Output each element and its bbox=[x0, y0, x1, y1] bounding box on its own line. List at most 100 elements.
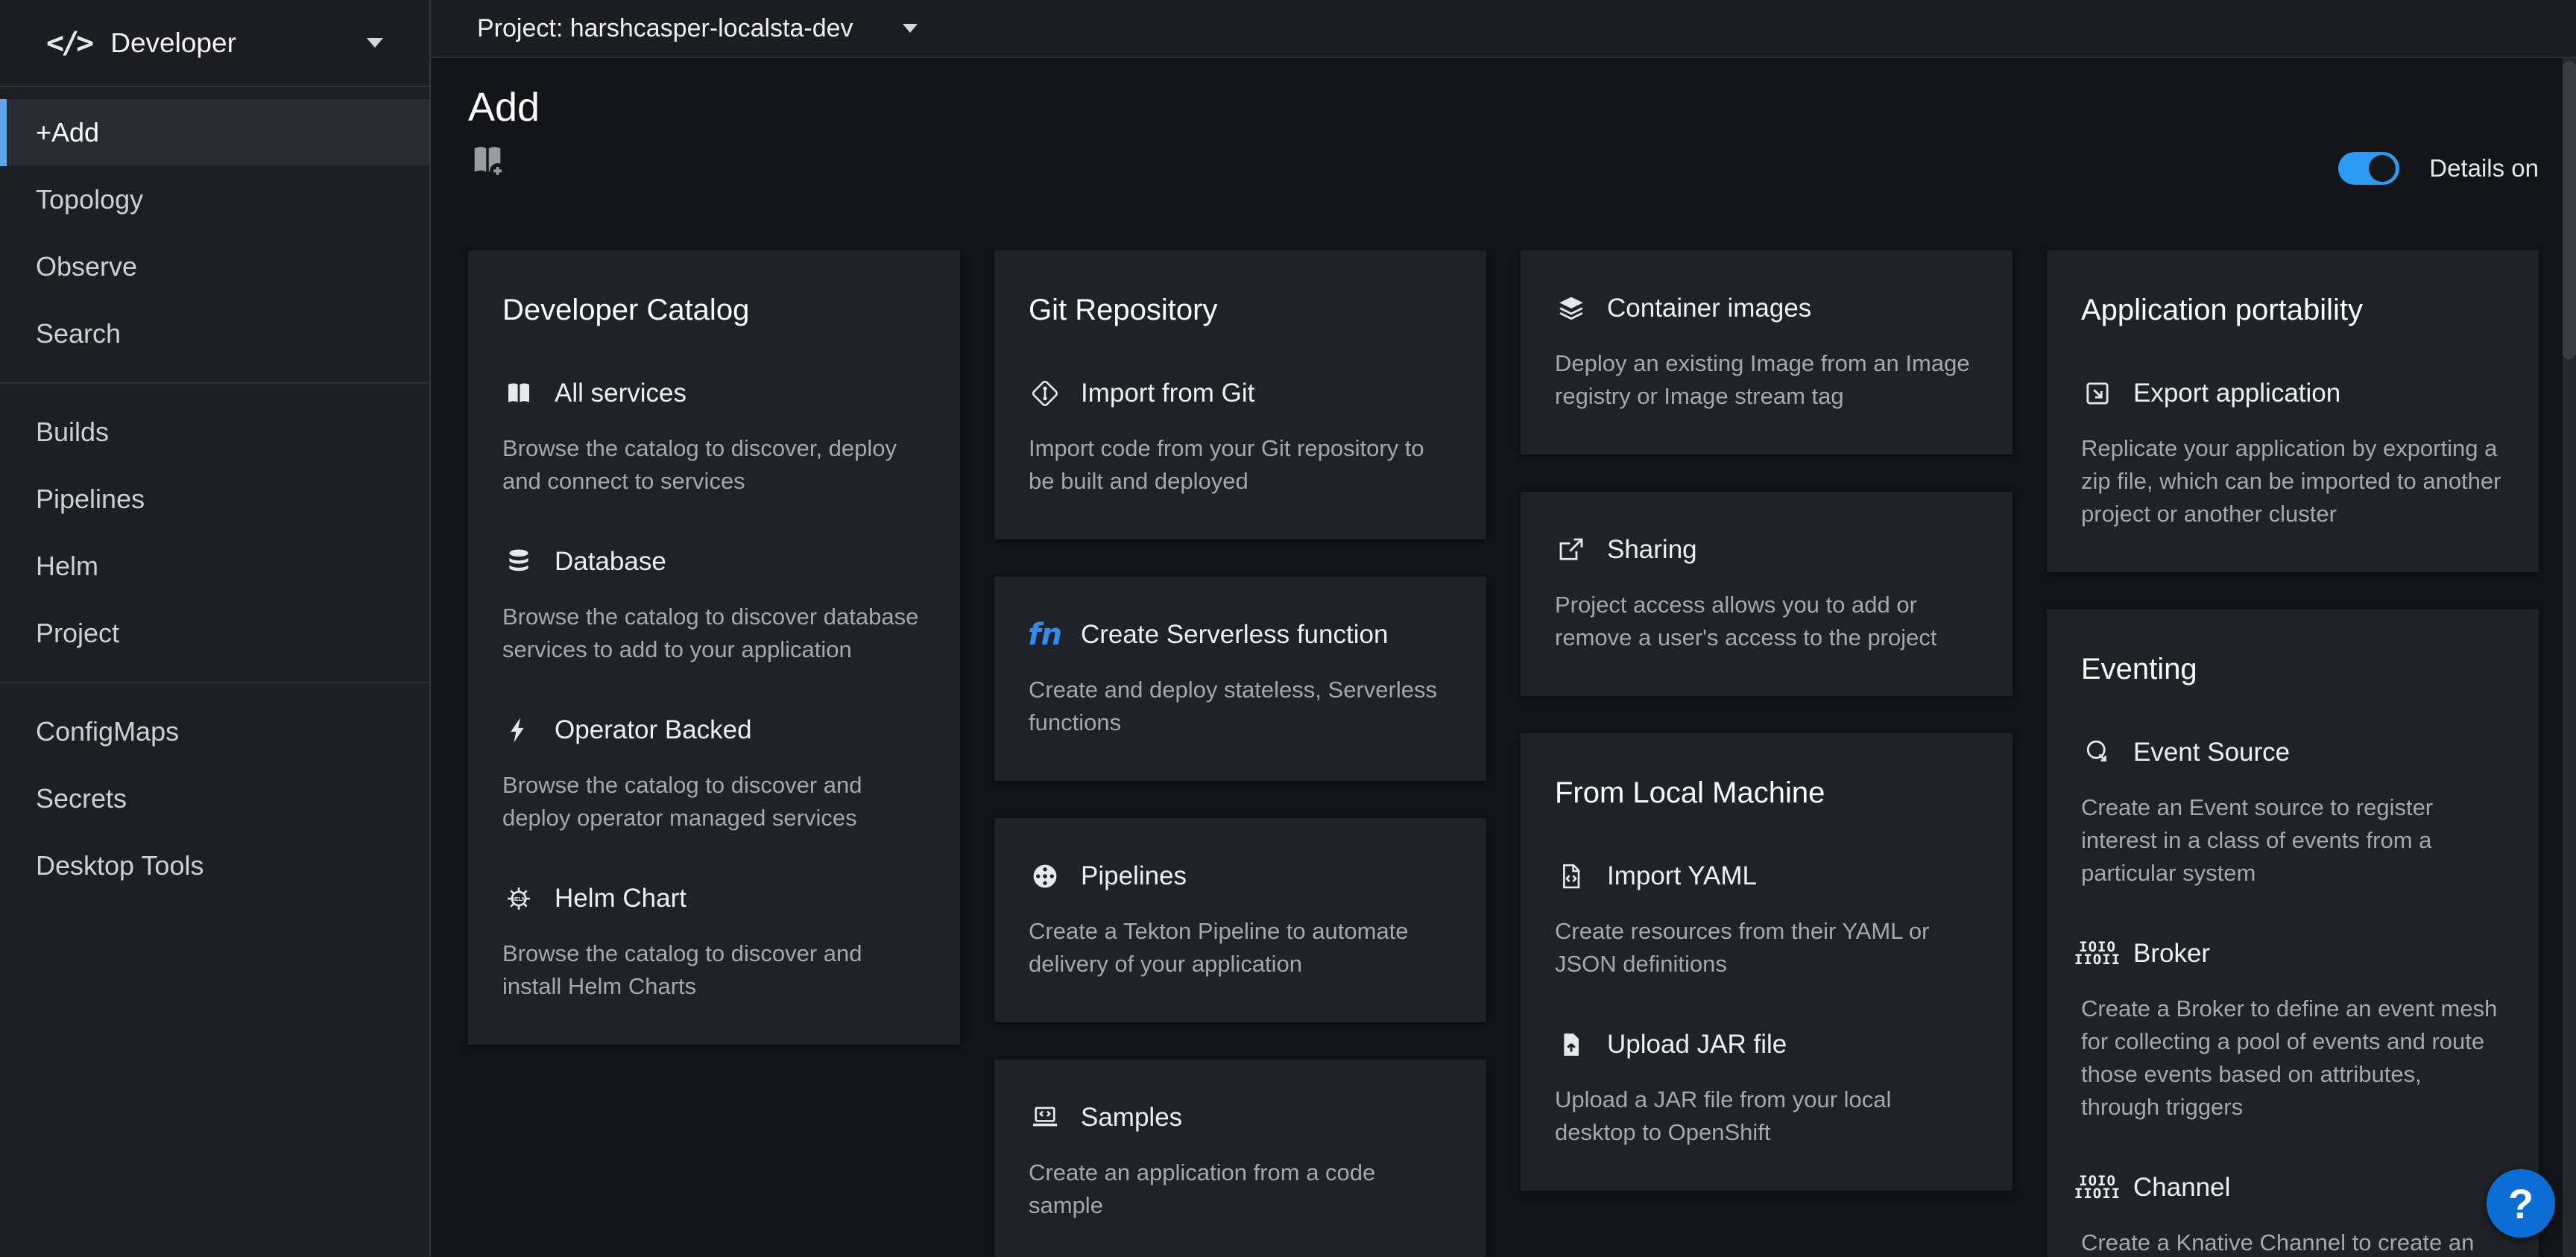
item-title: Helm Chart bbox=[555, 882, 686, 915]
item-title: Import from Git bbox=[1081, 377, 1254, 410]
sidebar-divider bbox=[0, 382, 429, 384]
laptop-code-icon bbox=[1029, 1101, 1061, 1134]
item-title: All services bbox=[555, 377, 686, 410]
card-title: Eventing bbox=[2081, 651, 2504, 687]
project-selector[interactable]: Project: harshcasper-localsta-dev bbox=[431, 0, 2576, 58]
card-from-local-machine: From Local Machine Import YAML Create reso… bbox=[1521, 733, 2012, 1191]
sidebar-divider bbox=[0, 682, 429, 683]
add-item-broker: IOIOIIOIIBrokerCreate a Broker to define… bbox=[2081, 937, 2504, 1124]
git-icon bbox=[1029, 377, 1061, 410]
details-toggle[interactable] bbox=[2338, 152, 2399, 185]
card-container-images: Container images Deploy an existing Image… bbox=[1521, 250, 2012, 455]
card-column-4: Application portabilityExport applicatio… bbox=[2047, 250, 2539, 1257]
event-source-icon bbox=[2081, 736, 2114, 769]
sidebar-item-observe[interactable]: Observe bbox=[0, 233, 429, 300]
sidebar-item-add[interactable]: +Add bbox=[0, 99, 429, 166]
add-item-sharing: SharingProject access allows you to add … bbox=[1555, 533, 1978, 654]
item-description: Browse the catalog to discover database … bbox=[502, 601, 926, 666]
helm-icon: HELM bbox=[502, 882, 535, 915]
sidebar-item-desktop-tools[interactable]: Desktop Tools bbox=[0, 832, 429, 899]
add-item-import-from-git: Import from Git Import code from your Git… bbox=[1029, 377, 1452, 498]
scrollbar[interactable] bbox=[2563, 58, 2576, 1257]
add-item-channel: IOIOIIOIIChannel Create a Knative Channel… bbox=[2081, 1171, 2504, 1257]
card-title: Developer Catalog bbox=[502, 292, 926, 328]
sidebar-item-project[interactable]: Project bbox=[0, 600, 429, 667]
perspective-switcher[interactable]: </> Developer bbox=[0, 0, 429, 87]
item-title: Import YAML bbox=[1607, 860, 1757, 893]
card-git-repository: Git Repository Import from Git Import code… bbox=[994, 250, 1486, 539]
svg-text:HELM: HELM bbox=[511, 896, 527, 902]
add-cards-grid: Developer CatalogAll servicesBrowse the … bbox=[468, 250, 2539, 1257]
item-title: Channel bbox=[2133, 1171, 2230, 1204]
page-title: Add bbox=[468, 83, 540, 131]
sidebar-item-search[interactable]: Search bbox=[0, 300, 429, 367]
item-title: Export application bbox=[2133, 377, 2340, 410]
add-item-link-upload-jar-file[interactable]: Upload JAR file bbox=[1555, 1028, 1978, 1061]
add-item-link-pipelines[interactable]: Pipelines bbox=[1029, 860, 1452, 893]
card-sharing: SharingProject access allows you to add … bbox=[1521, 492, 2012, 696]
add-item-link-broker[interactable]: IOIOIIOII Broker bbox=[2081, 937, 2504, 970]
details-toggle-group: Details on bbox=[2338, 152, 2539, 185]
item-description: Upload a JAR file from your local deskto… bbox=[1555, 1083, 1978, 1149]
item-description: Create resources from their YAML or JSON… bbox=[1555, 915, 1978, 981]
item-title: Create Serverless function bbox=[1081, 618, 1388, 651]
item-title: Container images bbox=[1607, 292, 1811, 325]
add-item-import-yaml: Import YAML Create resources from their Y… bbox=[1555, 860, 1978, 981]
item-title: Broker bbox=[2133, 937, 2210, 970]
database-icon bbox=[502, 545, 535, 578]
item-description: Import code from your Git repository to … bbox=[1029, 432, 1452, 498]
card-title: From Local Machine bbox=[1555, 775, 1978, 811]
add-item-database: Database Browse the catalog to discover d… bbox=[502, 545, 926, 666]
sidebar-item-secrets[interactable]: Secrets bbox=[0, 765, 429, 832]
add-item-link-sharing[interactable]: Sharing bbox=[1555, 533, 1978, 566]
add-item-create-serverless-function: fnCreate Serverless functionCreate and d… bbox=[1029, 618, 1452, 739]
item-description: Create an Event source to register inter… bbox=[2081, 791, 2504, 890]
item-description: Create an application from a code sample bbox=[1029, 1156, 1452, 1222]
help-button[interactable]: ? bbox=[2487, 1169, 2555, 1238]
add-item-link-database[interactable]: Database bbox=[502, 545, 926, 578]
item-description: Browse the catalog to discover and deplo… bbox=[502, 769, 926, 835]
add-item-link-all-services[interactable]: All services bbox=[502, 377, 926, 410]
add-item-link-container-images[interactable]: Container images bbox=[1555, 292, 1978, 325]
fn-icon: fn bbox=[1029, 618, 1061, 651]
add-item-link-export-application[interactable]: Export application bbox=[2081, 377, 2504, 410]
add-item-link-import-yaml[interactable]: Import YAML bbox=[1555, 860, 1978, 893]
add-item-all-services: All servicesBrowse the catalog to discov… bbox=[502, 377, 926, 498]
caret-down-icon bbox=[903, 24, 918, 33]
card-column-1: Developer CatalogAll servicesBrowse the … bbox=[468, 250, 960, 1045]
sidebar-item-pipelines[interactable]: Pipelines bbox=[0, 466, 429, 533]
scrollbar-thumb[interactable] bbox=[2563, 61, 2576, 359]
item-title: Samples bbox=[1081, 1101, 1182, 1134]
layers-icon bbox=[1555, 292, 1588, 325]
card-pipelines: PipelinesCreate a Tekton Pipeline to aut… bbox=[994, 818, 1486, 1022]
code-brackets-icon: </> bbox=[46, 26, 91, 60]
binary-icon: IOIOIIOII bbox=[2081, 937, 2114, 970]
add-item-upload-jar-file: Upload JAR file Upload a JAR file from yo… bbox=[1555, 1028, 1978, 1149]
sidebar-item-builds[interactable]: Builds bbox=[0, 399, 429, 466]
add-item-link-samples[interactable]: Samples bbox=[1029, 1101, 1452, 1134]
add-item-link-event-source[interactable]: Event Source bbox=[2081, 736, 2504, 769]
card-title: Git Repository bbox=[1029, 292, 1452, 328]
toggle-knob bbox=[2369, 155, 2396, 182]
file-code-icon bbox=[1555, 860, 1588, 893]
bolt-icon bbox=[502, 714, 535, 747]
sidebar-item-helm[interactable]: Helm bbox=[0, 533, 429, 600]
item-description: Create a Knative Channel to create an ev… bbox=[2081, 1226, 2504, 1257]
item-description: Browse the catalog to discover and insta… bbox=[502, 937, 926, 1003]
add-item-samples: Samples Create an application from a code… bbox=[1029, 1101, 1452, 1222]
share-icon bbox=[1555, 533, 1588, 566]
item-title: Upload JAR file bbox=[1607, 1028, 1787, 1061]
item-description: Deploy an existing Image from an Image r… bbox=[1555, 347, 1978, 413]
card-samples: Samples Create an application from a code… bbox=[994, 1060, 1486, 1257]
add-item-link-create-serverless-function[interactable]: fn Create Serverless function bbox=[1029, 618, 1452, 651]
add-item-link-helm-chart[interactable]: HELM Helm Chart bbox=[502, 882, 926, 915]
sidebar-item-topology[interactable]: Topology bbox=[0, 166, 429, 233]
add-item-link-import-from-git[interactable]: Import from Git bbox=[1029, 377, 1452, 410]
item-title: Operator Backed bbox=[555, 714, 752, 747]
item-title: Event Source bbox=[2133, 736, 2290, 769]
add-item-link-channel[interactable]: IOIOIIOIIChannel bbox=[2081, 1171, 2504, 1204]
add-item-event-source: Event Source Create an Event source to re… bbox=[2081, 736, 2504, 890]
add-item-link-operator-backed[interactable]: Operator Backed bbox=[502, 714, 926, 747]
sidebar-item-configmaps[interactable]: ConfigMaps bbox=[0, 698, 429, 765]
book-plus-icon[interactable] bbox=[468, 142, 507, 180]
